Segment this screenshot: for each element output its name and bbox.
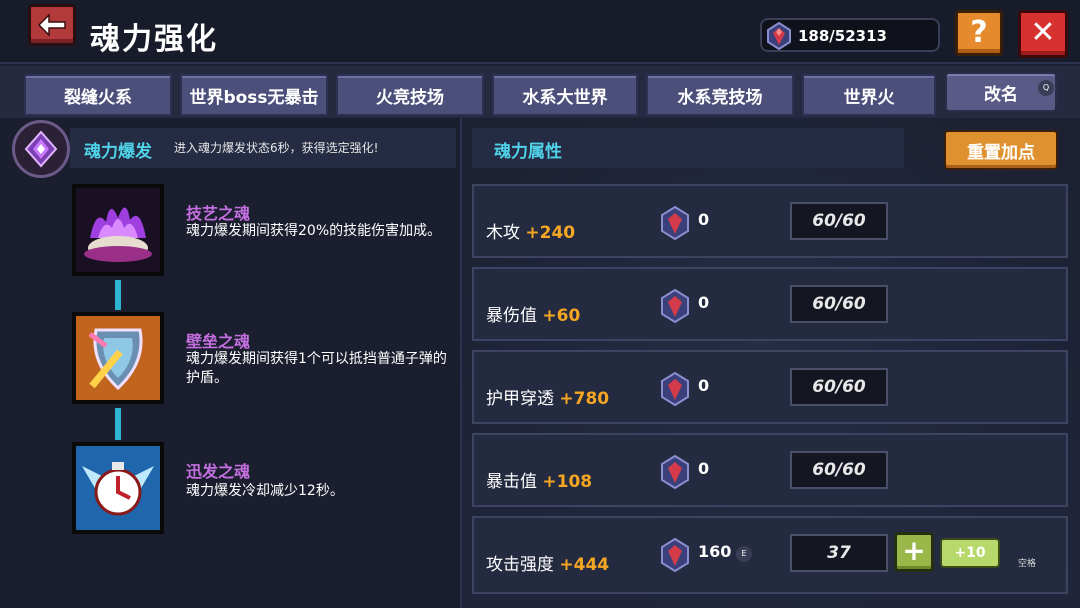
upgrade-cost: 0 [698,459,710,478]
upgrade-cost: 160 [698,542,732,561]
rename-label: 改名 [984,84,1018,105]
attribute-label: 攻击强度 +444 [486,550,609,575]
tab-preset-1[interactable]: 裂缝火系 [24,74,172,116]
attribute-label: 木攻 +240 [486,218,575,243]
back-button[interactable] [28,4,76,46]
skill-desc-craft: 魂力爆发期间获得20%的技能伤害加成。 [186,223,442,239]
attribute-name: 护甲穿透 [486,389,554,409]
attribute-bonus: +780 [559,389,610,409]
help-button[interactable]: ? [955,10,1003,56]
soul-gem-icon [661,455,689,489]
shield-icon [76,316,160,400]
attribute-name: 暴击值 [486,472,537,492]
skill-connector [115,408,121,440]
skill-name-bulwark: 壁垒之魂 [186,332,251,351]
soul-gem-icon [661,372,689,406]
add-point-button[interactable]: + [894,532,934,572]
attribute-label: 护甲穿透 +780 [486,384,609,409]
add-ten-points-button[interactable]: +10 [940,538,1000,568]
reset-points-label: 重置加点 [967,142,1035,163]
attribute-name: 攻击强度 [486,555,554,575]
soul-gem-icon [661,289,689,323]
reset-points-button[interactable]: 重置加点 [944,130,1058,170]
attribute-label: 暴伤值 +60 [486,301,580,326]
skill-icon-craft[interactable] [72,184,164,276]
skill-icon-bulwark[interactable] [72,312,164,404]
skill-name-craft: 技艺之魂 [186,204,251,223]
attribute-row-crit-rate: 暴击值 +108 0 60/60 [472,433,1068,507]
rename-key-hint: Q [1038,80,1054,96]
attribute-level: 60/60 [790,368,888,406]
attribute-bonus: +108 [542,472,593,492]
soul-gem-icon [661,206,689,240]
attribute-bonus: +60 [542,306,581,326]
attribute-row-armor-penetration: 护甲穿透 +780 0 60/60 [472,350,1068,424]
soul-currency-counter: 188/52313 [760,18,940,52]
attribute-label: 暴击值 +108 [486,467,592,492]
soul-gem-icon [661,538,689,572]
tab-preset-2[interactable]: 世界boss无暴击 [180,74,328,116]
soul-burst-icon[interactable] [12,120,70,178]
cost-key-hint: E [736,546,752,562]
attribute-level: 37 [790,534,888,572]
attribute-level: 60/60 [790,202,888,240]
winged-clock-icon [76,446,160,530]
close-button[interactable]: ✕ [1018,10,1068,58]
arrow-left-icon [37,13,66,37]
attribute-level: 60/60 [790,285,888,323]
purple-flame-shell-icon [76,188,160,272]
attribute-name: 木攻 [486,223,520,243]
skill-icon-swift[interactable] [72,442,164,534]
attribute-row-crit-damage: 暴伤值 +60 0 60/60 [472,267,1068,341]
upgrade-cost: 0 [698,376,710,395]
skill-connector [115,280,121,310]
currency-value: 188/52313 [798,27,887,45]
upgrade-cost: 0 [698,293,710,312]
space-key-hint: 空格 [1018,559,1037,569]
burst-description: 进入魂力爆发状态6秒，获得选定强化! [174,141,379,155]
attribute-row-attack-power: 攻击强度 +444 160 E 37 + +10 空格 [472,516,1068,594]
skill-desc-bulwark: 魂力爆发期间获得1个可以抵挡普通子弹的护盾。 [186,351,447,386]
burst-title: 魂力爆发 [84,142,152,162]
crystal-icon [24,130,58,168]
tab-preset-3[interactable]: 火竞技场 [336,74,484,116]
attribute-row-wood-attack: 木攻 +240 0 60/60 [472,184,1068,258]
tab-preset-5[interactable]: 水系竞技场 [646,74,794,116]
upgrade-cost: 0 [698,210,710,229]
attribute-bonus: +240 [525,223,576,243]
page-title: 魂力强化 [90,22,218,57]
attribute-level: 60/60 [790,451,888,489]
attribute-bonus: +444 [559,555,610,575]
skill-name-swift: 迅发之魂 [186,462,251,481]
tab-preset-6[interactable]: 世界火 [802,74,936,116]
tab-preset-4[interactable]: 水系大世界 [492,74,638,116]
soul-gem-icon [767,22,791,50]
attributes-title: 魂力属性 [494,142,562,162]
skill-desc-swift: 魂力爆发冷却减少12秒。 [186,483,344,499]
attribute-name: 暴伤值 [486,306,537,326]
